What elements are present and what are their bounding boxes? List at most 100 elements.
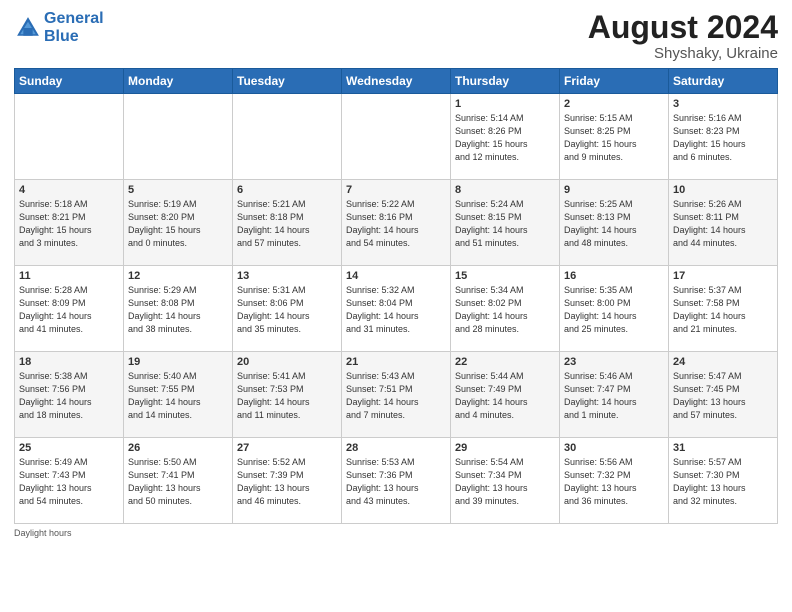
calendar-header-row: SundayMondayTuesdayWednesdayThursdayFrid… (15, 69, 778, 94)
weekday-header: Friday (560, 69, 669, 94)
footer-text: Daylight hours (14, 528, 72, 538)
logo-icon (14, 14, 42, 42)
calendar-cell: 2 Sunrise: 5:15 AM Sunset: 8:25 PM Daylig… (560, 94, 669, 180)
calendar-week-row: 11Sunrise: 5:28 AM Sunset: 8:09 PM Dayli… (15, 266, 778, 352)
day-info: Sunrise: 5:47 AM Sunset: 7:45 PM Dayligh… (673, 370, 773, 422)
day-info: Sunrise: 5:21 AM Sunset: 8:18 PM Dayligh… (237, 198, 337, 250)
day-number: 8 (455, 184, 555, 196)
day-info: Sunrise: 5:52 AM Sunset: 7:39 PM Dayligh… (237, 456, 337, 508)
day-number: 2 (564, 98, 664, 110)
day-info: Sunrise: 5:22 AM Sunset: 8:16 PM Dayligh… (346, 198, 446, 250)
day-number: 10 (673, 184, 773, 196)
day-info: Sunrise: 5:29 AM Sunset: 8:08 PM Dayligh… (128, 284, 228, 336)
day-info: Sunrise: 5:15 AM Sunset: 8:25 PM Dayligh… (564, 112, 664, 164)
calendar-cell: 29 Sunrise: 5:54 AM Sunset: 7:34 PM Dayli… (451, 438, 560, 524)
location: Shyshaky, Ukraine (588, 45, 778, 62)
calendar-week-row: 1 Sunrise: 5:14 AM Sunset: 8:26 PM Daylig… (15, 94, 778, 180)
day-number: 15 (455, 270, 555, 282)
day-number: 19 (128, 356, 228, 368)
day-info: Sunrise: 5:19 AM Sunset: 8:20 PM Dayligh… (128, 198, 228, 250)
weekday-header: Wednesday (342, 69, 451, 94)
logo-text-line2: Blue (44, 28, 104, 46)
day-number: 9 (564, 184, 664, 196)
calendar-cell: 15 Sunrise: 5:34 AM Sunset: 8:02 PM Dayli… (451, 266, 560, 352)
day-number: 6 (237, 184, 337, 196)
day-info: Sunrise: 5:34 AM Sunset: 8:02 PM Dayligh… (455, 284, 555, 336)
weekday-header: Thursday (451, 69, 560, 94)
weekday-header: Tuesday (233, 69, 342, 94)
day-number: 20 (237, 356, 337, 368)
calendar-table: SundayMondayTuesdayWednesdayThursdayFrid… (14, 68, 778, 524)
day-info: Sunrise: 5:56 AM Sunset: 7:32 PM Dayligh… (564, 456, 664, 508)
calendar-cell: 19Sunrise: 5:40 AM Sunset: 7:55 PM Dayli… (124, 352, 233, 438)
calendar-cell: 22Sunrise: 5:44 AM Sunset: 7:49 PM Dayli… (451, 352, 560, 438)
calendar-cell (342, 94, 451, 180)
calendar-cell: 12 Sunrise: 5:29 AM Sunset: 8:08 PM Dayli… (124, 266, 233, 352)
day-number: 12 (128, 270, 228, 282)
calendar-cell: 11Sunrise: 5:28 AM Sunset: 8:09 PM Dayli… (15, 266, 124, 352)
day-number: 27 (237, 442, 337, 454)
calendar-cell (124, 94, 233, 180)
calendar-cell: 20 Sunrise: 5:41 AM Sunset: 7:53 PM Dayli… (233, 352, 342, 438)
calendar-week-row: 25 Sunrise: 5:49 AM Sunset: 7:43 PM Dayli… (15, 438, 778, 524)
day-number: 1 (455, 98, 555, 110)
day-info: Sunrise: 5:35 AM Sunset: 8:00 PM Dayligh… (564, 284, 664, 336)
calendar-cell: 5 Sunrise: 5:19 AM Sunset: 8:20 PM Daylig… (124, 180, 233, 266)
day-info: Sunrise: 5:24 AM Sunset: 8:15 PM Dayligh… (455, 198, 555, 250)
calendar-week-row: 18Sunrise: 5:38 AM Sunset: 7:56 PM Dayli… (15, 352, 778, 438)
header: General Blue August 2024 Shyshaky, Ukrai… (14, 10, 778, 62)
day-info: Sunrise: 5:25 AM Sunset: 8:13 PM Dayligh… (564, 198, 664, 250)
day-number: 7 (346, 184, 446, 196)
day-info: Sunrise: 5:14 AM Sunset: 8:26 PM Dayligh… (455, 112, 555, 164)
calendar-cell: 25 Sunrise: 5:49 AM Sunset: 7:43 PM Dayli… (15, 438, 124, 524)
day-number: 23 (564, 356, 664, 368)
logo: General Blue (14, 10, 104, 45)
day-number: 16 (564, 270, 664, 282)
day-info: Sunrise: 5:38 AM Sunset: 7:56 PM Dayligh… (19, 370, 119, 422)
day-number: 17 (673, 270, 773, 282)
day-number: 26 (128, 442, 228, 454)
calendar-cell: 28Sunrise: 5:53 AM Sunset: 7:36 PM Dayli… (342, 438, 451, 524)
day-number: 25 (19, 442, 119, 454)
calendar-cell: 18Sunrise: 5:38 AM Sunset: 7:56 PM Dayli… (15, 352, 124, 438)
day-info: Sunrise: 5:16 AM Sunset: 8:23 PM Dayligh… (673, 112, 773, 164)
day-number: 21 (346, 356, 446, 368)
day-info: Sunrise: 5:44 AM Sunset: 7:49 PM Dayligh… (455, 370, 555, 422)
day-number: 13 (237, 270, 337, 282)
calendar-cell: 4Sunrise: 5:18 AM Sunset: 8:21 PM Daylig… (15, 180, 124, 266)
calendar-cell: 10Sunrise: 5:26 AM Sunset: 8:11 PM Dayli… (669, 180, 778, 266)
calendar-cell: 24 Sunrise: 5:47 AM Sunset: 7:45 PM Dayli… (669, 352, 778, 438)
day-info: Sunrise: 5:57 AM Sunset: 7:30 PM Dayligh… (673, 456, 773, 508)
weekday-header: Sunday (15, 69, 124, 94)
day-info: Sunrise: 5:54 AM Sunset: 7:34 PM Dayligh… (455, 456, 555, 508)
day-number: 30 (564, 442, 664, 454)
day-info: Sunrise: 5:49 AM Sunset: 7:43 PM Dayligh… (19, 456, 119, 508)
day-number: 29 (455, 442, 555, 454)
logo-text-line1: General (44, 10, 104, 28)
calendar-week-row: 4Sunrise: 5:18 AM Sunset: 8:21 PM Daylig… (15, 180, 778, 266)
calendar-cell: 3 Sunrise: 5:16 AM Sunset: 8:23 PM Daylig… (669, 94, 778, 180)
day-info: Sunrise: 5:50 AM Sunset: 7:41 PM Dayligh… (128, 456, 228, 508)
weekday-header: Saturday (669, 69, 778, 94)
day-number: 4 (19, 184, 119, 196)
calendar-cell: 30 Sunrise: 5:56 AM Sunset: 7:32 PM Dayli… (560, 438, 669, 524)
day-number: 14 (346, 270, 446, 282)
day-info: Sunrise: 5:41 AM Sunset: 7:53 PM Dayligh… (237, 370, 337, 422)
day-info: Sunrise: 5:46 AM Sunset: 7:47 PM Dayligh… (564, 370, 664, 422)
calendar-cell: 16 Sunrise: 5:35 AM Sunset: 8:00 PM Dayli… (560, 266, 669, 352)
month-year: August 2024 (588, 10, 778, 45)
calendar-cell: 26 Sunrise: 5:50 AM Sunset: 7:41 PM Dayli… (124, 438, 233, 524)
calendar-cell (233, 94, 342, 180)
calendar-cell: 13 Sunrise: 5:31 AM Sunset: 8:06 PM Dayli… (233, 266, 342, 352)
calendar-cell: 21 Sunrise: 5:43 AM Sunset: 7:51 PM Dayli… (342, 352, 451, 438)
day-info: Sunrise: 5:31 AM Sunset: 8:06 PM Dayligh… (237, 284, 337, 336)
day-info: Sunrise: 5:28 AM Sunset: 8:09 PM Dayligh… (19, 284, 119, 336)
footer: Daylight hours (14, 528, 778, 538)
day-number: 24 (673, 356, 773, 368)
day-info: Sunrise: 5:43 AM Sunset: 7:51 PM Dayligh… (346, 370, 446, 422)
calendar-cell: 17Sunrise: 5:37 AM Sunset: 7:58 PM Dayli… (669, 266, 778, 352)
day-number: 3 (673, 98, 773, 110)
title-block: August 2024 Shyshaky, Ukraine (588, 10, 778, 62)
day-number: 5 (128, 184, 228, 196)
calendar-cell: 9 Sunrise: 5:25 AM Sunset: 8:13 PM Daylig… (560, 180, 669, 266)
